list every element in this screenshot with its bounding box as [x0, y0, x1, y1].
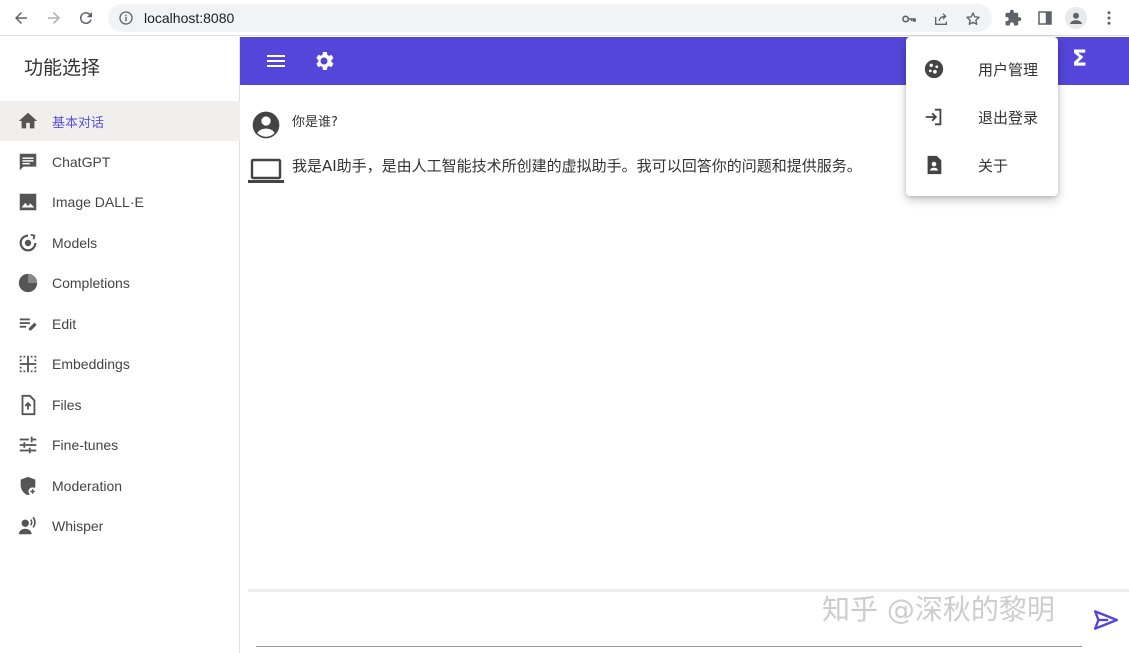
sidebar-item-label: 基本对话	[52, 115, 105, 131]
sidebar-item-label: Fine-tunes	[52, 437, 119, 453]
person-icon	[1070, 12, 1082, 24]
sidebar: 功能选择 基本对话 ChatGPT Image DALL·E Models Co…	[0, 37, 240, 653]
menu-item-label: 退出登录	[978, 108, 1039, 127]
home-icon	[17, 110, 39, 132]
arrow-left-icon	[15, 12, 27, 24]
side-panel-icon	[1038, 11, 1052, 25]
sidebar-item-models[interactable]: Models	[0, 223, 240, 263]
message-text: 你是谁?	[292, 115, 338, 130]
watermark: 知乎 @深秋的黎明	[822, 593, 1055, 626]
pie-chart-icon	[17, 272, 39, 294]
sidebar-item-label: Whisper	[52, 518, 104, 534]
sidebar-item-label: Completions	[52, 275, 130, 291]
sidebar-item-label: Models	[52, 235, 98, 251]
message-assistant	[248, 158, 284, 186]
user-dropdown-menu: 用户管理 退出登录 关于	[906, 37, 1058, 196]
password-key-button[interactable]	[900, 10, 918, 28]
sidebar-item-embeddings[interactable]: Embeddings	[0, 344, 240, 384]
settings-button[interactable]	[312, 49, 336, 73]
sidebar-item-label: ChatGPT	[52, 154, 111, 170]
url-text: localhost:8080	[144, 10, 235, 26]
grid-dots-icon	[17, 353, 39, 375]
side-panel-button[interactable]	[1034, 7, 1056, 29]
message-text: 我是AI助手，是由人工智能技术所创建的虚拟助手。我可以回答你的问题和提供服务。	[292, 157, 862, 175]
browser-menu-button[interactable]	[1098, 7, 1120, 29]
models-icon	[17, 232, 39, 254]
sidebar-item-basic-chat[interactable]: 基本对话	[0, 101, 240, 141]
tune-icon	[17, 434, 39, 456]
cookie-icon	[922, 57, 946, 81]
voice-person-icon	[17, 515, 39, 537]
arrow-right-icon	[48, 12, 60, 24]
menu-item-logout[interactable]: 退出登录	[906, 95, 1058, 139]
reload-button[interactable]	[75, 7, 97, 29]
sidebar-item-fine-tunes[interactable]: Fine-tunes	[0, 425, 240, 465]
sidebar-item-moderation[interactable]: Moderation	[0, 466, 240, 506]
sidebar-item-label: Moderation	[52, 478, 123, 494]
browser-toolbar: localhost:8080	[0, 0, 1129, 36]
address-bar[interactable]: localhost:8080	[108, 4, 992, 32]
puzzle-icon	[1005, 9, 1022, 26]
sidebar-item-image-dalle[interactable]: Image DALL·E	[0, 182, 240, 222]
reload-icon	[79, 12, 92, 25]
profile-button[interactable]	[1065, 7, 1087, 29]
hamburger-icon	[267, 55, 285, 67]
file-upload-icon	[17, 394, 39, 416]
sigma-button[interactable]: Σ	[1072, 47, 1087, 72]
share-button[interactable]	[932, 10, 950, 28]
send-button[interactable]	[1092, 606, 1120, 634]
forward-button[interactable]	[43, 7, 65, 29]
sidebar-item-completions[interactable]: Completions	[0, 263, 240, 303]
extensions-button[interactable]	[1002, 7, 1024, 29]
more-vert-icon	[1107, 11, 1111, 25]
sidebar-item-edit[interactable]: Edit	[0, 304, 240, 344]
menu-item-user-management[interactable]: 用户管理	[906, 47, 1058, 91]
share-icon	[935, 13, 947, 25]
sidebar-title: 功能选择	[24, 57, 101, 79]
sidebar-item-whisper[interactable]: Whisper	[0, 506, 240, 546]
key-icon	[902, 15, 916, 23]
menu-button[interactable]	[264, 49, 288, 73]
menu-item-label: 关于	[978, 156, 1009, 175]
gear-icon	[316, 52, 334, 70]
account-circle-icon	[252, 111, 280, 139]
star-icon	[966, 12, 980, 25]
sidebar-item-label: Files	[52, 397, 82, 413]
message-user	[250, 109, 282, 141]
back-button[interactable]	[10, 7, 32, 29]
menu-item-about[interactable]: 关于	[906, 143, 1058, 187]
bookmark-button[interactable]	[964, 10, 982, 28]
menu-item-label: 用户管理	[978, 60, 1039, 79]
login-icon	[922, 105, 946, 129]
image-icon	[17, 191, 39, 213]
sidebar-item-label: Image DALL·E	[52, 194, 144, 210]
contact-page-icon	[922, 153, 946, 177]
info-icon	[119, 11, 133, 25]
edit-note-icon	[17, 313, 39, 335]
send-icon	[1093, 610, 1119, 630]
sidebar-item-label: Embeddings	[52, 356, 130, 372]
sidebar-item-label: Edit	[52, 316, 77, 332]
sidebar-item-files[interactable]: Files	[0, 385, 240, 425]
sidebar-item-chatgpt[interactable]: ChatGPT	[0, 142, 240, 182]
shield-add-icon	[17, 475, 39, 497]
chat-icon	[17, 151, 39, 173]
laptop-icon	[248, 158, 284, 183]
input-underline	[256, 646, 1082, 647]
